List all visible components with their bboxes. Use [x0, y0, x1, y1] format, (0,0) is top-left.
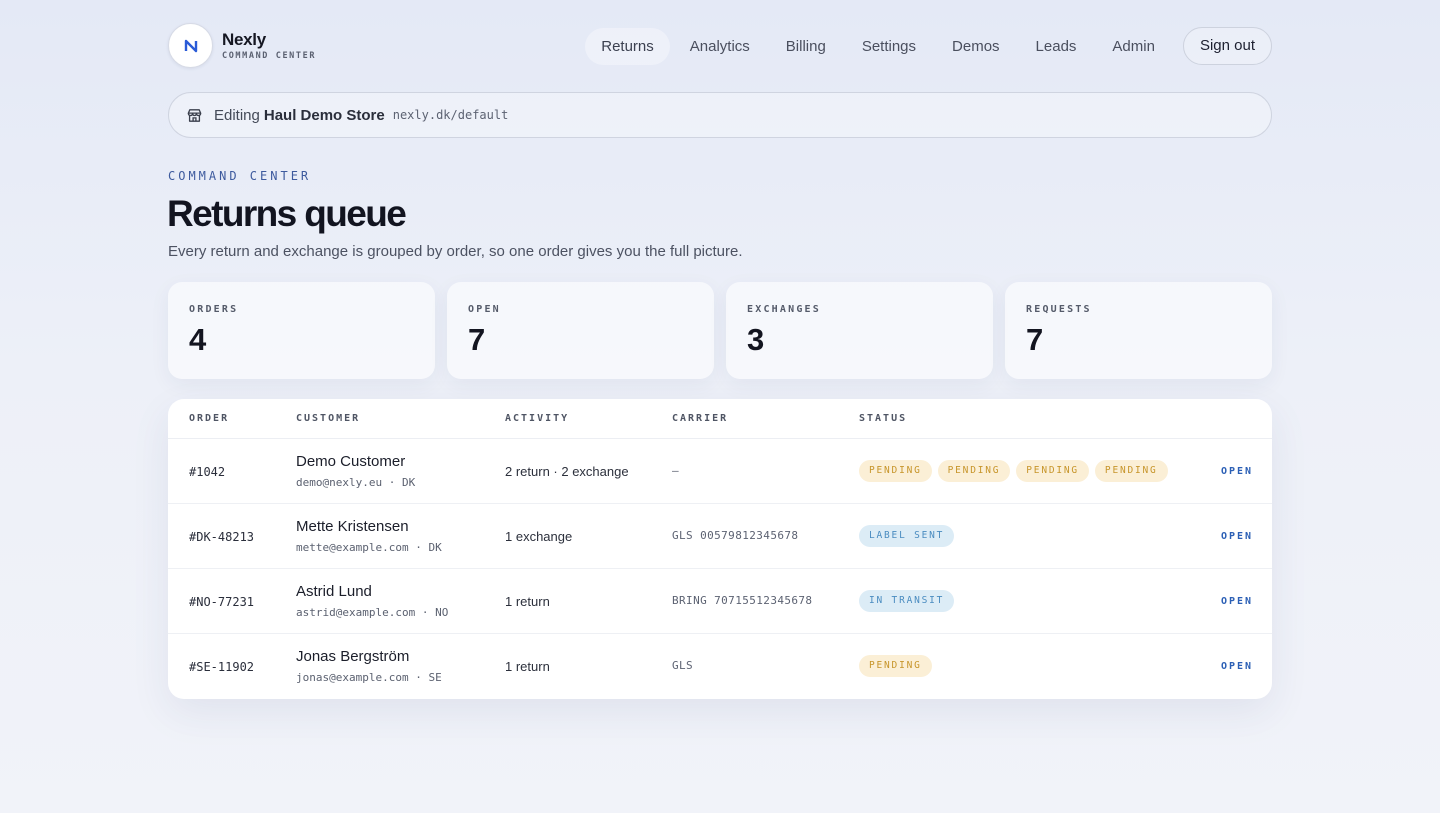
editing-store-bar[interactable]: Editing Haul Demo Store nexly.dk/default — [168, 92, 1272, 138]
sign-out-button[interactable]: Sign out — [1182, 27, 1272, 65]
nav-admin[interactable]: Admin — [1096, 28, 1171, 65]
customer-email: demo@nexly.eu · DK — [296, 476, 416, 489]
customer-email: mette@example.com · DK — [296, 541, 442, 554]
activity: 1 return — [505, 659, 550, 674]
column-header-order[interactable]: ORDER — [189, 413, 229, 424]
carrier: GLS — [672, 659, 694, 672]
brand[interactable]: Nexly COMMAND CENTER — [168, 23, 316, 68]
customer-email: astrid@example.com · NO — [296, 606, 449, 619]
customer-email: jonas@example.com · SE — [296, 671, 442, 684]
stat-label: EXCHANGES — [747, 304, 821, 315]
nav-settings[interactable]: Settings — [846, 28, 932, 65]
customer-name: Demo Customer — [296, 453, 406, 470]
table-row[interactable]: #1042 Demo Customer demo@nexly.eu · DK 2… — [168, 439, 1272, 504]
stat-value: 7 — [1026, 322, 1044, 357]
brand-subtitle: COMMAND CENTER — [222, 51, 317, 61]
column-header-activity[interactable]: ACTIVITY — [505, 413, 569, 424]
stat-label: ORDERS — [189, 304, 239, 315]
stats-row: ORDERS 4 OPEN 7 EXCHANGES 3 REQUESTS 7 — [168, 282, 1272, 379]
status-badge: PENDING — [859, 655, 932, 677]
status-badge: PENDING — [859, 460, 932, 482]
customer-name: Jonas Bergström — [296, 648, 410, 665]
store-icon — [187, 108, 202, 122]
nexly-logo-icon — [168, 23, 213, 68]
table-row[interactable]: #SE-11902 Jonas Bergström jonas@example.… — [168, 634, 1272, 699]
stat-card-exchanges: EXCHANGES 3 — [726, 282, 993, 379]
status-badge: PENDING — [1016, 460, 1089, 482]
stat-card-orders: ORDERS 4 — [168, 282, 435, 379]
table-row[interactable]: #DK-48213 Mette Kristensen mette@example… — [168, 504, 1272, 569]
status-list: LABEL SENT — [859, 525, 955, 547]
nav-returns[interactable]: Returns — [585, 27, 670, 65]
nav-analytics[interactable]: Analytics — [674, 28, 766, 65]
order-id: #1042 — [189, 465, 226, 479]
editing-label: Editing — [214, 106, 260, 124]
stat-card-open: OPEN 7 — [447, 282, 714, 379]
stat-value: 4 — [189, 322, 207, 357]
stat-label: REQUESTS — [1026, 304, 1092, 315]
order-id: #SE-11902 — [189, 660, 255, 674]
editing-store-url: nexly.dk/default — [392, 108, 509, 122]
nav-leads[interactable]: Leads — [1020, 28, 1093, 65]
activity: 2 return · 2 exchange — [505, 464, 629, 479]
status-badge: PENDING — [937, 460, 1011, 482]
status-list: PENDING PENDING PENDING PENDING — [859, 460, 1168, 482]
stat-value: 7 — [468, 322, 486, 357]
order-id: #DK-48213 — [189, 530, 255, 544]
open-order-link[interactable]: OPEN — [1221, 661, 1253, 672]
status-list: PENDING — [859, 655, 932, 677]
column-header-carrier[interactable]: CARRIER — [672, 413, 728, 424]
page-subtitle: Every return and exchange is grouped by … — [168, 243, 743, 260]
status-badge: PENDING — [1094, 460, 1168, 482]
stat-label: OPEN — [468, 304, 501, 315]
brand-name: Nexly — [222, 30, 266, 49]
open-order-link[interactable]: OPEN — [1221, 531, 1253, 542]
open-order-link[interactable]: OPEN — [1221, 596, 1253, 607]
nav-billing[interactable]: Billing — [770, 28, 842, 65]
main-nav: Returns Analytics Billing Settings Demos… — [581, 27, 1272, 65]
table-row[interactable]: #NO-77231 Astrid Lund astrid@example.com… — [168, 569, 1272, 634]
page-title: Returns queue — [167, 193, 407, 234]
activity: 1 exchange — [505, 529, 573, 544]
customer-name: Astrid Lund — [296, 583, 372, 600]
open-order-link[interactable]: OPEN — [1221, 466, 1253, 477]
page-eyebrow: COMMAND CENTER — [168, 169, 312, 183]
order-id: #NO-77231 — [189, 595, 255, 609]
table-header: ORDER CUSTOMER ACTIVITY CARRIER STATUS — [168, 399, 1272, 439]
status-list: IN TRANSIT — [859, 590, 955, 612]
status-badge: LABEL SENT — [859, 525, 955, 547]
column-header-customer[interactable]: CUSTOMER — [296, 413, 360, 424]
nav-demos[interactable]: Demos — [936, 28, 1016, 65]
customer-name: Mette Kristensen — [296, 518, 409, 535]
returns-table: ORDER CUSTOMER ACTIVITY CARRIER STATUS #… — [168, 399, 1272, 699]
carrier: — — [672, 464, 680, 477]
editing-store-name: Haul Demo Store — [263, 106, 385, 124]
stat-card-requests: REQUESTS 7 — [1005, 282, 1272, 379]
carrier: BRING 70715512345678 — [672, 594, 813, 607]
status-badge: IN TRANSIT — [859, 590, 955, 612]
top-header: Nexly COMMAND CENTER Returns Analytics B… — [168, 23, 1272, 69]
carrier: GLS 00579812345678 — [672, 529, 799, 542]
activity: 1 return — [505, 594, 550, 609]
stat-value: 3 — [747, 322, 765, 357]
column-header-status[interactable]: STATUS — [859, 413, 907, 424]
